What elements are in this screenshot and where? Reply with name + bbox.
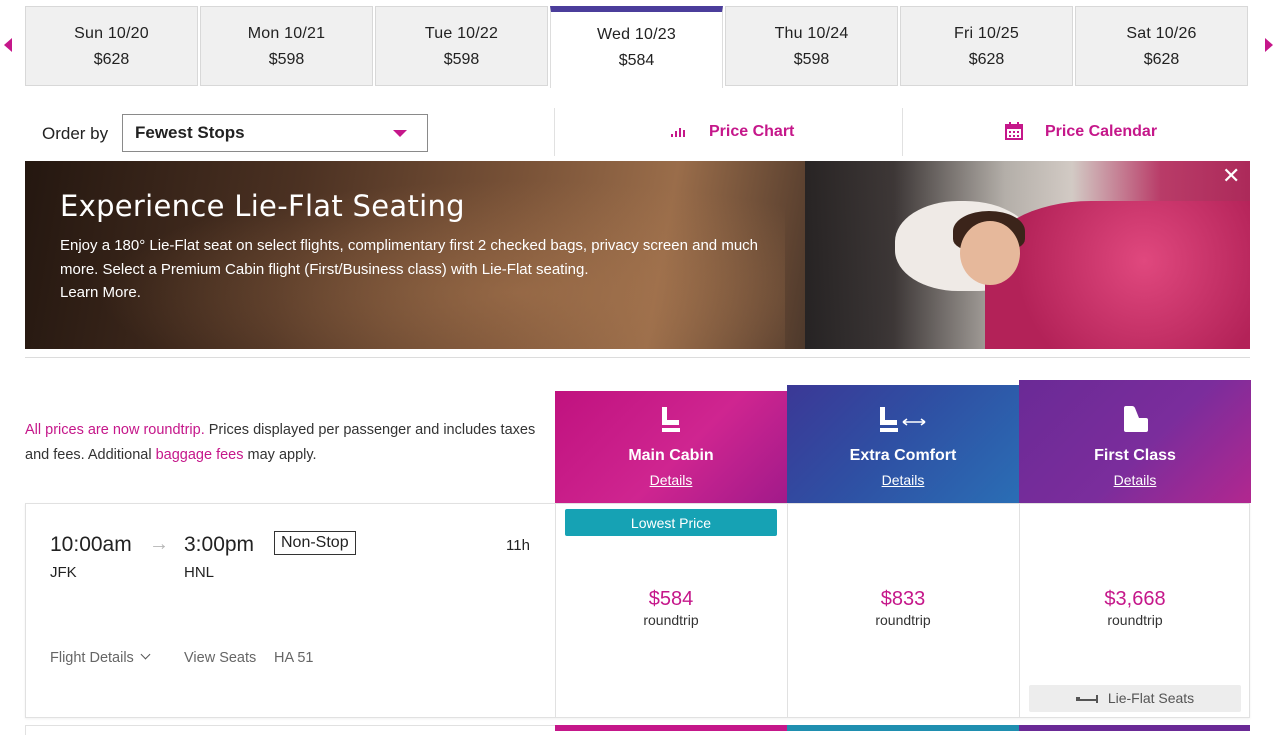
flight-result-card: 10:00am → 3:00pm Non-Stop 11h JFK HNL Fl… <box>25 503 1250 718</box>
cabin-details-link[interactable]: Details <box>1019 472 1251 488</box>
date-tab-price: $584 <box>618 52 655 69</box>
first-class-price[interactable]: $3,668 <box>1019 588 1251 611</box>
flight-number: HA 51 <box>274 650 314 666</box>
next-week-arrow-icon[interactable] <box>1265 38 1273 52</box>
date-tab-day: Wed 10/23 <box>597 26 676 43</box>
order-by-value: Fewest Stops <box>135 123 245 142</box>
stops-badge: Non-Stop <box>274 531 356 555</box>
next-first-class-header <box>1019 725 1250 731</box>
lie-flat-seats-badge: Lie-Flat Seats <box>1029 685 1241 712</box>
banner-body: Enjoy a 180° Lie-Flat seat on select fli… <box>60 237 758 278</box>
calendar-icon <box>1005 122 1023 143</box>
date-tab-price: $628 <box>968 51 1005 68</box>
date-tab-day: Thu 10/24 <box>774 25 849 42</box>
lie-flat-promo-banner: Experience Lie-Flat Seating Enjoy a 180°… <box>25 161 1250 349</box>
baggage-fees-link[interactable]: baggage fees <box>156 447 244 463</box>
banner-title: Experience Lie-Flat Seating <box>60 189 465 223</box>
prev-week-arrow-icon[interactable] <box>4 38 12 52</box>
divider <box>902 108 903 156</box>
date-tab-wed[interactable]: Wed 10/23 $584 <box>550 6 723 88</box>
lowest-price-badge: Lowest Price <box>565 509 777 536</box>
main-cabin-price[interactable]: $584 <box>555 588 787 611</box>
arrow-right-icon: → <box>149 533 169 555</box>
section-divider <box>25 357 1250 358</box>
depart-airport: JFK <box>50 564 77 581</box>
date-tab-price: $628 <box>1143 51 1180 68</box>
cabin-header-main: Main Cabin Details <box>555 391 787 503</box>
price-calendar-link[interactable]: Price Calendar <box>1045 123 1157 141</box>
flight-duration: 11h <box>506 537 530 554</box>
caret-down-icon <box>393 130 407 137</box>
date-tab-mon[interactable]: Mon 10/21 $598 <box>200 6 373 86</box>
pricing-info: All prices are now roundtrip. Prices dis… <box>25 418 545 468</box>
learn-more-link[interactable]: Learn More. <box>60 284 141 301</box>
date-tab-day: Sun 10/20 <box>74 25 149 42</box>
lie-flat-bed-icon <box>1075 691 1100 707</box>
date-tab-sat[interactable]: Sat 10/26 $628 <box>1075 6 1248 86</box>
date-tab-day: Fri 10/25 <box>954 25 1019 42</box>
flight-details-link[interactable]: Flight Details <box>50 649 151 666</box>
extra-comfort-price[interactable]: $833 <box>787 588 1019 611</box>
depart-time: 10:00am <box>50 533 132 556</box>
date-tab-sun[interactable]: Sun 10/20 $628 <box>25 6 198 86</box>
price-label: roundtrip <box>1107 612 1163 628</box>
bar-chart-icon <box>671 124 687 140</box>
date-tab-price: $628 <box>93 51 130 68</box>
arrive-airport: HNL <box>184 564 215 581</box>
cabin-name: Main Cabin <box>628 447 714 464</box>
view-seats-link[interactable]: View Seats <box>184 650 256 666</box>
blanket-image <box>985 201 1250 349</box>
cabin-details-link[interactable]: Details <box>787 472 1019 488</box>
next-extra-comfort-header <box>787 725 1019 731</box>
date-tab-price: $598 <box>793 51 830 68</box>
pricing-info-text-end: may apply. <box>243 447 317 463</box>
date-tab-thu[interactable]: Thu 10/24 $598 <box>725 6 898 86</box>
arrive-time: 3:00pm <box>184 533 255 556</box>
cabin-name: Extra Comfort <box>849 447 957 464</box>
close-icon[interactable]: ✕ <box>1222 163 1240 189</box>
cabin-name: First Class <box>1094 447 1176 464</box>
cabin-header-first-class: First Class Details <box>1019 380 1251 503</box>
price-chart-link[interactable]: Price Chart <box>709 123 794 141</box>
lie-flat-label: Lie-Flat Seats <box>1107 690 1195 706</box>
cabin-details-link[interactable]: Details <box>555 472 787 488</box>
seat-icon <box>555 407 787 440</box>
flight-details-label: Flight Details <box>50 650 134 666</box>
date-tab-price: $598 <box>443 51 480 68</box>
order-by-select[interactable]: Fewest Stops <box>122 114 428 152</box>
order-by-label: Order by <box>42 124 109 143</box>
cabin-header-extra-comfort: Extra Comfort Details <box>787 385 1019 503</box>
date-tab-tue[interactable]: Tue 10/22 $598 <box>375 6 548 86</box>
passenger-face-image <box>960 221 1020 285</box>
divider <box>554 108 555 156</box>
date-tab-day: Tue 10/22 <box>424 25 499 42</box>
date-tab-day: Sat 10/26 <box>1126 25 1197 42</box>
chevron-down-icon <box>140 649 151 660</box>
premium-seat-icon <box>1019 406 1251 439</box>
price-label: roundtrip <box>643 612 699 628</box>
date-tab-price: $598 <box>268 51 305 68</box>
next-main-cabin-header <box>555 725 787 731</box>
price-label: roundtrip <box>875 612 931 628</box>
date-tab-fri[interactable]: Fri 10/25 $628 <box>900 6 1073 86</box>
roundtrip-link[interactable]: All prices are now roundtrip. <box>25 422 205 438</box>
seat-legroom-icon <box>787 407 1019 440</box>
date-selector: Sun 10/20 $628 Mon 10/21 $598 Tue 10/22 … <box>0 0 1280 90</box>
date-tab-day: Mon 10/21 <box>247 25 326 42</box>
